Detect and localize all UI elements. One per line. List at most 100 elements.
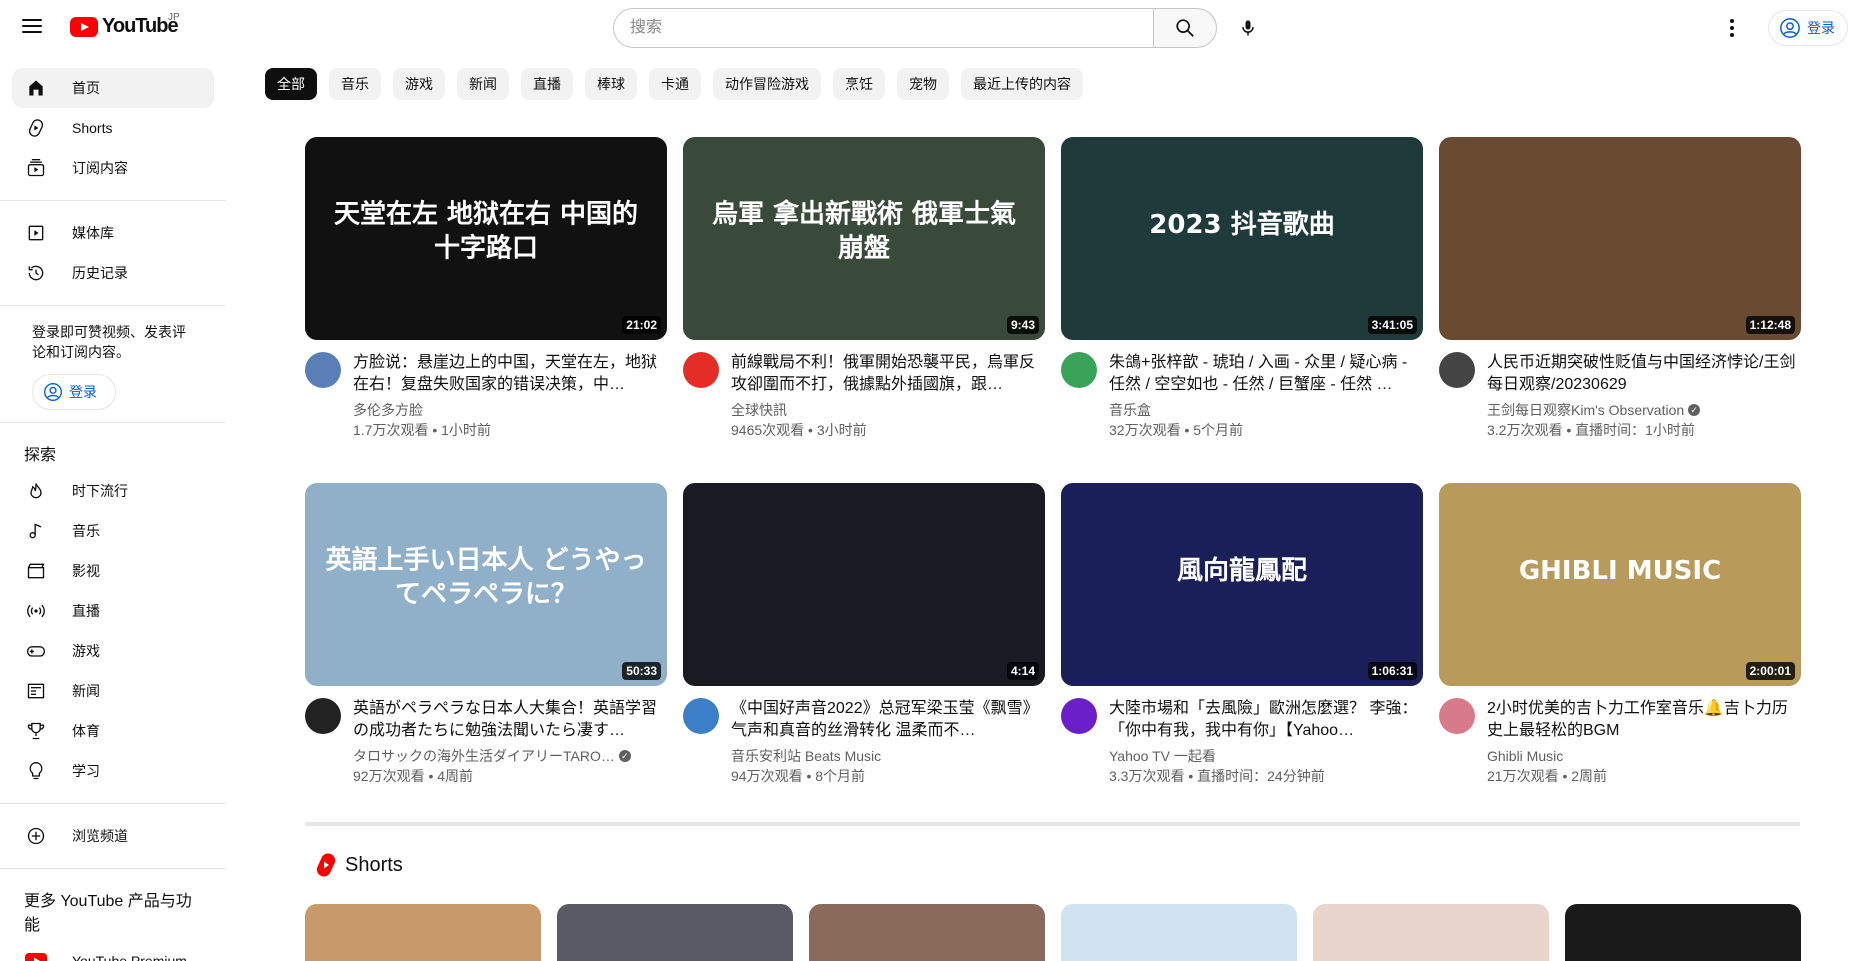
search-button[interactable] (1153, 8, 1217, 48)
video-info: 2小时优美的吉卜力工作室音乐🔔吉卜力历史上最轻松的BGM Ghibli Musi… (1487, 698, 1801, 786)
sidebar-signin-button[interactable]: 登录 (32, 374, 116, 410)
shorts-card[interactable] (305, 904, 541, 961)
settings-more-button[interactable] (1716, 12, 1748, 44)
filter-chips: 全部 音乐 游戏 新闻 直播 棒球 卡通 动作冒险游戏 烹饪 宠物 最近上传的内… (265, 68, 1083, 100)
shorts-card[interactable] (1061, 904, 1297, 961)
video-meta: 朱鴿+张梓歆 - 琥珀 / 入画 - 众里 / 疑心病 - 任然 / 空空如也 … (1061, 352, 1423, 440)
channel-name[interactable]: タロサックの海外生活ダイアリーTARO… ✓ (353, 746, 667, 766)
video-title[interactable]: 朱鴿+张梓歆 - 琥珀 / 入画 - 众里 / 疑心病 - 任然 / 空空如也 … (1109, 352, 1423, 396)
video-card[interactable]: 英語上手い日本人 どうやってペラペラに？ 50:33 英語がペラペラな日本人大集… (305, 483, 667, 805)
signin-note: 登录即可赞视频、发表评论和订阅内容。 (32, 324, 186, 360)
sidebar-item-label: 影视 (72, 563, 100, 579)
voice-search-button[interactable] (1228, 8, 1268, 48)
channel-avatar[interactable] (1439, 698, 1475, 734)
channel-name[interactable]: 全球快訊 (731, 400, 1045, 420)
video-title[interactable]: 前線戰局不利！俄軍開始恐襲平民，烏軍反攻卻圍而不打，俄據點外插國旗，跟… (731, 352, 1045, 396)
channel-name[interactable]: 王剑每日观察Kim's Observation ✓ (1487, 400, 1801, 420)
shorts-card[interactable] (809, 904, 1045, 961)
channel-avatar[interactable] (1061, 698, 1097, 734)
chip-cartoon[interactable]: 卡通 (649, 68, 701, 100)
sidebar-item-home[interactable]: 首页 (12, 68, 214, 108)
sidebar-item-label: 历史记录 (72, 265, 128, 281)
channel-avatar[interactable] (1061, 352, 1097, 388)
video-card[interactable]: GHIBLI MUSIC 2:00:01 2小时优美的吉卜力工作室音乐🔔吉卜力历… (1439, 483, 1801, 805)
video-card[interactable]: 烏軍 拿出新戰術 俄軍士氣 崩盤 9:43 前線戰局不利！俄軍開始恐襲平民，烏軍… (683, 137, 1045, 459)
add-circle-icon (24, 824, 48, 848)
sidebar-item-gaming[interactable]: 游戏 (12, 631, 214, 671)
sidebar-item-trending[interactable]: 时下流行 (12, 471, 214, 511)
sidebar-item-music[interactable]: 音乐 (12, 511, 214, 551)
sidebar-item-live[interactable]: 直播 (12, 591, 214, 631)
video-thumbnail[interactable]: GHIBLI MUSIC 2:00:01 (1439, 483, 1801, 686)
shorts-card[interactable] (1565, 904, 1801, 961)
channel-name[interactable]: Yahoo TV 一起看 (1109, 746, 1423, 766)
sidebar-item-premium[interactable]: YouTube Premium (12, 941, 214, 961)
video-thumbnail[interactable]: 1:12:48 (1439, 137, 1801, 340)
video-thumbnail[interactable]: 4:14 (683, 483, 1045, 686)
video-card[interactable]: 風向龍鳳配 1:06:31 大陸市場和「去風險」歐洲怎麼選？ 李強：「你中有我，… (1061, 483, 1423, 805)
music-icon (24, 519, 48, 543)
chip-music[interactable]: 音乐 (329, 68, 381, 100)
search-input[interactable] (613, 8, 1153, 48)
sidebar-item-library[interactable]: 媒体库 (12, 213, 214, 253)
video-title[interactable]: 大陸市場和「去風險」歐洲怎麼選？ 李強：「你中有我，我中有你」【Yahoo… (1109, 698, 1423, 742)
channel-name[interactable]: 音乐盒 (1109, 400, 1423, 420)
channel-avatar[interactable] (683, 698, 719, 734)
sidebar-item-news[interactable]: 新闻 (12, 671, 214, 711)
channel-name[interactable]: 多伦多方脸 (353, 400, 667, 420)
shorts-card[interactable] (557, 904, 793, 961)
sidebar-item-history[interactable]: 历史记录 (12, 253, 214, 293)
sidebar-item-learning[interactable]: 学习 (12, 751, 214, 791)
video-meta: 《中国好声音2022》总冠军梁玉莹《飘雪》 气声和真音的丝滑转化 温柔而不… 音… (683, 698, 1045, 786)
shorts-card[interactable] (1313, 904, 1549, 961)
video-info: 方脸说：悬崖边上的中国，天堂在左，地狱在右！复盘失败国家的错误决策，中… 多伦多… (353, 352, 667, 440)
video-card[interactable]: 1:12:48 人民币近期突破性贬值与中国经济悖论/王剑每日观察/2023062… (1439, 137, 1801, 459)
video-info: 前線戰局不利！俄軍開始恐襲平民，烏軍反攻卻圍而不打，俄據點外插國旗，跟… 全球快… (731, 352, 1045, 440)
sidebar: 首页 Shorts 订阅内容 媒体库 历史记录 登录即可赞视频、发表评论和订阅内… (0, 56, 226, 961)
video-meta: 大陸市場和「去風險」歐洲怎麼選？ 李強：「你中有我，我中有你」【Yahoo… Y… (1061, 698, 1423, 786)
video-duration: 1:06:31 (1367, 662, 1417, 680)
channel-name-text: Ghibli Music (1487, 748, 1564, 764)
chip-all[interactable]: 全部 (265, 68, 317, 100)
chip-gaming[interactable]: 游戏 (393, 68, 445, 100)
video-title[interactable]: 方脸说：悬崖边上的中国，天堂在左，地狱在右！复盘失败国家的错误决策，中… (353, 352, 667, 396)
youtube-logo[interactable]: YouTube (70, 15, 179, 38)
sidebar-item-sports[interactable]: 体育 (12, 711, 214, 751)
video-card[interactable]: 2023 抖音歌曲 3:41:05 朱鴿+张梓歆 - 琥珀 / 入画 - 众里 … (1061, 137, 1423, 459)
channel-name[interactable]: Ghibli Music (1487, 746, 1801, 766)
menu-icon[interactable] (20, 14, 44, 38)
video-title[interactable]: 《中国好声音2022》总冠军梁玉莹《飘雪》 气声和真音的丝滑转化 温柔而不… (731, 698, 1045, 742)
chip-baseball[interactable]: 棒球 (585, 68, 637, 100)
chip-recently-uploaded[interactable]: 最近上传的内容 (961, 68, 1083, 100)
divider (0, 305, 226, 306)
channel-avatar[interactable] (305, 352, 341, 388)
channel-name[interactable]: 音乐安利站 Beats Music (731, 746, 1045, 766)
video-card[interactable]: 4:14 《中国好声音2022》总冠军梁玉莹《飘雪》 气声和真音的丝滑转化 温柔… (683, 483, 1045, 805)
signin-button[interactable]: 登录 (1768, 10, 1848, 46)
chip-live[interactable]: 直播 (521, 68, 573, 100)
chip-action-adventure[interactable]: 动作冒险游戏 (713, 68, 821, 100)
video-thumbnail[interactable]: 風向龍鳳配 1:06:31 (1061, 483, 1423, 686)
youtube-premium-icon (24, 949, 48, 961)
divider (0, 200, 226, 201)
video-title[interactable]: 人民币近期突破性贬值与中国经济悖论/王剑每日观察/20230629 (1487, 352, 1801, 396)
chip-news[interactable]: 新闻 (457, 68, 509, 100)
movies-icon (24, 559, 48, 583)
channel-avatar[interactable] (305, 698, 341, 734)
channel-name-text: Yahoo TV 一起看 (1109, 748, 1216, 764)
sidebar-item-shorts[interactable]: Shorts (12, 108, 214, 148)
sidebar-item-subscriptions[interactable]: 订阅内容 (12, 148, 214, 188)
channel-avatar[interactable] (1439, 352, 1475, 388)
video-thumbnail[interactable]: 天堂在左 地狱在右 中国的十字路口 21:02 (305, 137, 667, 340)
video-thumbnail[interactable]: 2023 抖音歌曲 3:41:05 (1061, 137, 1423, 340)
video-thumbnail[interactable]: 烏軍 拿出新戰術 俄軍士氣 崩盤 9:43 (683, 137, 1045, 340)
chip-cooking[interactable]: 烹饪 (833, 68, 885, 100)
video-card[interactable]: 天堂在左 地狱在右 中国的十字路口 21:02 方脸说：悬崖边上的中国，天堂在左… (305, 137, 667, 459)
video-title[interactable]: 英語がペラペラな日本人大集合！英語学習の成功者たちに勉強法聞いたら凄す… (353, 698, 667, 742)
video-title[interactable]: 2小时优美的吉卜力工作室音乐🔔吉卜力历史上最轻松的BGM (1487, 698, 1801, 742)
channel-avatar[interactable] (683, 352, 719, 388)
chip-pets[interactable]: 宠物 (897, 68, 949, 100)
video-thumbnail[interactable]: 英語上手い日本人 どうやってペラペラに？ 50:33 (305, 483, 667, 686)
sidebar-item-browse-channels[interactable]: 浏览频道 (12, 816, 214, 856)
sidebar-item-movies[interactable]: 影视 (12, 551, 214, 591)
